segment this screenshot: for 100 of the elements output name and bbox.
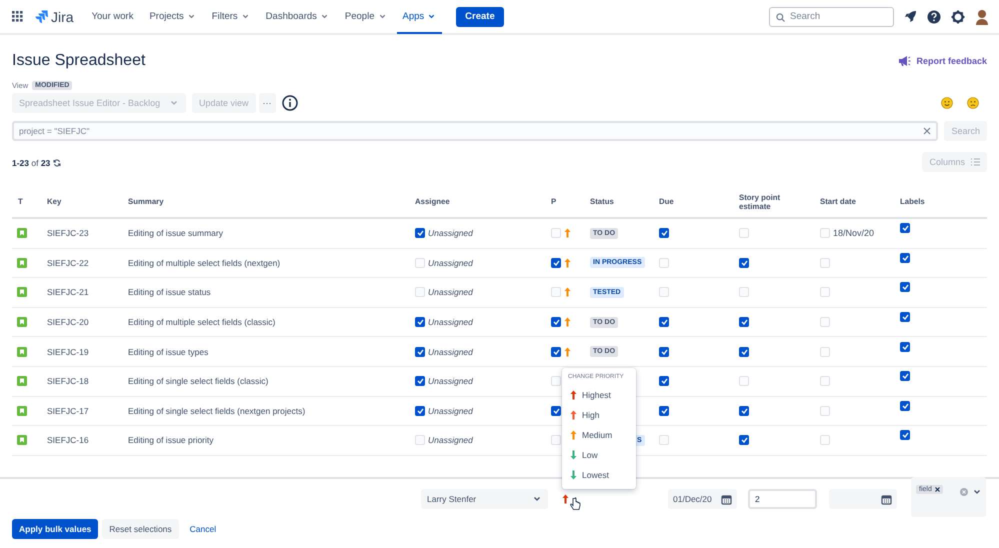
logo-icon — [35, 10, 48, 23]
app-grid-icon[interactable] — [12, 11, 23, 22]
issue-key[interactable]: SIEFJC-20 — [47, 317, 89, 328]
story-icon — [17, 435, 27, 446]
checkbox[interactable] — [900, 252, 910, 263]
action-button[interactable]: Apply bulk values — [12, 519, 98, 539]
checkbox[interactable] — [415, 317, 425, 328]
issue-summary[interactable]: Editing of single select fields (nextgen projects) — [128, 406, 306, 416]
assignee-name: Unassigned — [428, 317, 473, 328]
start-date: 18/Nov/20 — [833, 228, 874, 238]
story-points-field[interactable]: 2 — [748, 489, 817, 509]
checkbox[interactable] — [739, 346, 749, 357]
issue-key[interactable]: SIEFJC-22 — [47, 258, 89, 268]
issue-summary[interactable]: Editing of multiple select fields (classic) — [128, 317, 276, 328]
issue-key[interactable]: SIEFJC-21 — [47, 287, 89, 298]
story-icon — [17, 346, 27, 357]
search-field[interactable]: Search — [769, 6, 894, 26]
megaphone-icon — [898, 55, 912, 67]
page-title: Issue Spreadsheet — [12, 52, 146, 70]
checkbox[interactable] — [900, 400, 910, 411]
calendar-icon[interactable] — [721, 494, 732, 504]
checkbox[interactable] — [900, 223, 910, 234]
checkbox[interactable] — [900, 371, 910, 382]
menu-item[interactable]: Medium — [562, 425, 636, 445]
menu-item[interactable]: Low — [562, 445, 636, 465]
checkbox[interactable] — [739, 406, 749, 416]
checkbox[interactable] — [551, 258, 561, 268]
checkbox[interactable] — [415, 228, 425, 238]
story-icon — [17, 228, 27, 238]
issue-summary[interactable]: Editing of multiple select fields (nextgen) — [128, 258, 280, 268]
result-count: 1-23 of 23 — [12, 158, 50, 168]
checkbox[interactable] — [659, 406, 669, 416]
checkbox[interactable] — [739, 258, 749, 268]
smile-face-icon[interactable] — [941, 97, 953, 109]
assignee-name: Unassigned — [428, 258, 473, 268]
checkbox[interactable] — [900, 430, 910, 440]
remove-icon[interactable] — [934, 487, 940, 492]
story-icon — [17, 376, 27, 386]
assignee-name: Unassigned — [428, 228, 473, 238]
menu-item[interactable]: Lowest — [562, 465, 636, 485]
checkbox[interactable] — [551, 317, 561, 328]
checkbox[interactable] — [415, 346, 425, 357]
calendar-icon[interactable] — [881, 494, 892, 504]
checkbox[interactable] — [415, 406, 425, 416]
action-button[interactable]: Reset selections — [102, 519, 179, 539]
issue-summary[interactable]: Editing of issue types — [128, 346, 208, 357]
story-icon — [17, 406, 27, 416]
assignee-name: Unassigned — [428, 376, 473, 386]
issue-summary[interactable]: Editing of single select fields (classic) — [128, 376, 268, 386]
avatar[interactable] — [975, 8, 989, 24]
assignee-name: Unassigned — [428, 346, 473, 357]
frown-face-icon[interactable] — [967, 97, 979, 109]
info-icon[interactable] — [282, 95, 298, 111]
due-date-field[interactable]: 01/Dec/20 — [668, 489, 737, 509]
help-icon[interactable] — [927, 10, 941, 24]
issue-summary[interactable]: Editing of issue status — [128, 287, 211, 298]
nav-item[interactable]: Your work — [86, 1, 140, 34]
nav-item[interactable]: Filters — [206, 1, 256, 34]
issue-key[interactable]: SIEFJC-18 — [47, 376, 89, 386]
issue-key[interactable]: SIEFJC-17 — [47, 406, 89, 416]
settings-icon[interactable] — [951, 10, 965, 24]
story-icon — [17, 287, 27, 298]
menu-item[interactable]: Highest — [562, 385, 636, 405]
checkbox[interactable] — [551, 346, 561, 357]
query-field[interactable]: project = "SIEFJC" — [12, 121, 938, 141]
assignee-name: Unassigned — [428, 406, 473, 416]
issue-key[interactable]: SIEFJC-19 — [47, 346, 89, 357]
checkbox[interactable] — [659, 317, 669, 328]
menu-item[interactable]: High — [562, 405, 636, 425]
rocket-icon[interactable] — [904, 10, 917, 23]
checkbox[interactable] — [739, 317, 749, 328]
checkbox[interactable] — [551, 406, 561, 416]
create-button[interactable]: Create — [456, 6, 504, 26]
nav-item[interactable]: Projects — [143, 1, 202, 34]
assignee-select[interactable]: Larry Stenfer — [421, 489, 548, 509]
start-date-field[interactable] — [829, 489, 897, 509]
story-icon — [17, 258, 27, 268]
nav-item[interactable]: Apps — [396, 1, 442, 34]
checkbox[interactable] — [739, 435, 749, 446]
checkbox[interactable] — [900, 282, 910, 292]
cancel-link[interactable]: Cancel — [182, 519, 224, 539]
checkbox[interactable] — [659, 346, 669, 357]
nav-item[interactable]: People — [338, 1, 392, 34]
clear-icon[interactable] — [923, 127, 932, 135]
checkbox[interactable] — [659, 228, 669, 238]
issue-key[interactable]: SIEFJC-23 — [47, 228, 89, 238]
list-icon — [971, 158, 980, 166]
issue-summary[interactable]: Editing of issue summary — [128, 228, 223, 238]
issue-summary[interactable]: Editing of issue priority — [128, 435, 214, 446]
checkbox[interactable] — [659, 376, 669, 386]
checkbox[interactable] — [900, 342, 910, 352]
checkbox[interactable] — [415, 376, 425, 386]
assignee-name: Unassigned — [428, 287, 473, 298]
issue-key[interactable]: SIEFJC-16 — [47, 435, 89, 446]
more-button[interactable]: ··· — [258, 93, 276, 113]
feedback-link[interactable]: Report feedback — [898, 55, 987, 67]
pointer-icon — [570, 497, 581, 511]
nav-item[interactable]: Dashboards — [260, 1, 335, 34]
refresh-icon[interactable] — [53, 159, 62, 167]
checkbox[interactable] — [900, 312, 910, 322]
